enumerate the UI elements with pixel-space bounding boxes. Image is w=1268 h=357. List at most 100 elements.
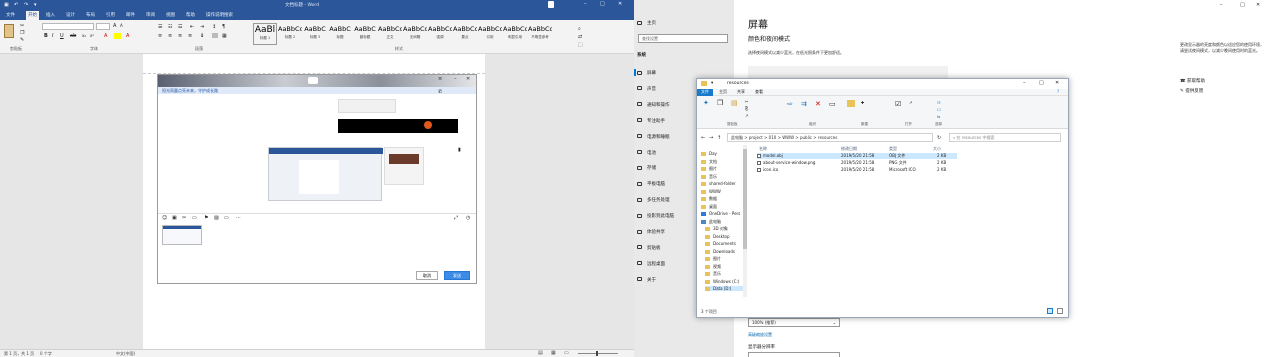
file-row[interactable]: icon.ico 2019/5/20 21:58 Microsoft ICO 2 KB <box>757 167 957 173</box>
embedded-screenshot[interactable]: ≡ – ✕ 阳光雨露点亮未来，守护成长路 ✆ ▮ ☺ ▣ ✂ ▭ ⚑ ▨ ▭ ⋯… <box>157 74 477 284</box>
advanced-scaling-link[interactable]: 高级缩放设置 <box>748 332 772 338</box>
bullets-icon[interactable]: ☰ <box>158 24 162 30</box>
tree-item-3[interactable]: 音乐 <box>701 174 717 180</box>
italic-icon[interactable]: I <box>52 33 53 39</box>
shading-icon[interactable] <box>212 33 218 38</box>
nav-item-11[interactable]: 剪贴板 <box>637 245 661 251</box>
tree-item-10[interactable]: 3D 对象 <box>705 226 728 232</box>
tab-share[interactable]: 共享 <box>737 89 745 95</box>
nav-item-3[interactable]: 专注助手 <box>637 118 665 124</box>
word-tab-6[interactable]: 邮件 <box>126 12 135 18</box>
settings-win-close-icon[interactable]: ✕ <box>1256 2 1260 8</box>
customize-icon[interactable]: ▾ <box>34 2 37 8</box>
nav-item-5[interactable]: 电池 <box>637 150 656 156</box>
tab-view[interactable]: 查看 <box>755 89 763 95</box>
address-bar[interactable]: 此电脑 > project > 010 > WWW > public > res… <box>727 133 933 142</box>
numbering-icon[interactable]: ☷ <box>168 24 172 30</box>
line-spacing-icon[interactable]: ↨ <box>200 33 204 39</box>
embedded-menu-icon[interactable]: ≡ <box>438 76 442 82</box>
nav-home[interactable]: 主页 <box>637 20 656 26</box>
tree-item-2[interactable]: 图片 <box>701 166 717 172</box>
large-icons-view-icon[interactable] <box>1057 308 1063 314</box>
cut-icon[interactable]: ✂ <box>745 99 748 104</box>
status-words[interactable]: 0 个字 <box>40 351 52 357</box>
nav-item-7[interactable]: 平板电脑 <box>637 181 665 187</box>
style-item[interactable]: AaBbCcD 无间隔 <box>403 23 427 45</box>
invert-selection-icon[interactable]: ⇆ <box>937 114 940 119</box>
nav-item-1[interactable]: 声音 <box>637 86 656 92</box>
new-item-icon[interactable]: ✚ <box>861 100 864 105</box>
delete-icon[interactable]: ✕ <box>815 100 821 108</box>
align-right-icon[interactable]: ≡ <box>178 33 182 39</box>
pin-icon[interactable]: ✦ <box>703 99 709 107</box>
col-type[interactable]: 类型 <box>889 146 897 152</box>
copy-icon[interactable]: ❐ <box>717 99 723 107</box>
tree-item-16[interactable]: 音乐 <box>705 271 721 277</box>
highlight-icon[interactable] <box>114 33 121 39</box>
subscript-icon[interactable]: x₂ <box>82 33 86 38</box>
redo-icon[interactable]: ↷ <box>24 2 28 8</box>
image-icon[interactable]: ▣ <box>172 215 177 221</box>
gallery-icon[interactable]: ▨ <box>214 215 219 221</box>
back-icon[interactable]: ← <box>701 135 705 141</box>
monitor-icon[interactable]: ▭ <box>224 215 229 221</box>
strikethrough-icon[interactable]: ab <box>70 33 76 39</box>
scissors-icon[interactable]: ✂ <box>182 215 186 221</box>
settings-search-input[interactable]: 查找设置 <box>638 34 728 43</box>
explorer-minimize-icon[interactable]: – <box>1023 80 1026 86</box>
resolution-dropdown[interactable] <box>748 352 840 357</box>
details-view-icon[interactable] <box>1047 308 1053 314</box>
tree-item-12[interactable]: Documents <box>705 241 736 246</box>
undo-icon[interactable]: ↶ <box>14 2 18 8</box>
tree-item-1[interactable]: 文档 <box>701 159 717 165</box>
style-item[interactable]: AaBbC 副标题 <box>353 23 377 45</box>
settings-win-minimize-icon[interactable]: – <box>1220 2 1223 8</box>
grow-font-icon[interactable]: A <box>113 23 116 29</box>
zoom-slider[interactable] <box>578 353 618 354</box>
word-tab-2[interactable]: 插入 <box>46 12 55 18</box>
tree-item-15[interactable]: 视频 <box>705 264 721 270</box>
tree-item-18[interactable]: Data (D:) <box>705 286 745 291</box>
word-tab-7[interactable]: 审阅 <box>146 12 155 18</box>
word-tab-10[interactable]: 操作说明搜索 <box>206 12 233 18</box>
align-center-icon[interactable]: ≡ <box>168 33 172 39</box>
tree-item-8[interactable]: OneDrive - Pers <box>701 211 740 216</box>
move-to-icon[interactable]: ⇨ <box>787 100 793 108</box>
tree-item-6[interactable]: 数据 <box>701 196 717 202</box>
word-tab-1[interactable]: 开始 <box>26 11 39 20</box>
tree-item-7[interactable]: 桌面 <box>701 204 717 210</box>
increase-indent-icon[interactable]: ⇥ <box>200 24 204 30</box>
style-item[interactable]: AaBl 标题 1 <box>253 23 277 45</box>
col-date[interactable]: 修改日期 <box>841 146 857 152</box>
emoji-icon[interactable]: ☺ <box>162 215 167 221</box>
up-icon[interactable]: ↑ <box>717 135 721 141</box>
embedded-phone-icon[interactable]: ✆ <box>438 89 442 95</box>
paste-shortcut-icon[interactable]: ↗ <box>745 113 748 118</box>
nav-item-2[interactable]: 通知和操作 <box>637 102 670 108</box>
quick-access-icon[interactable]: ▾ <box>711 81 713 86</box>
settings-win-maximize-icon[interactable]: □ <box>1240 2 1245 8</box>
style-item[interactable]: AaBbCcD 不明显参考 <box>528 23 552 45</box>
font-name-box[interactable] <box>42 23 94 30</box>
explorer-close-icon[interactable]: ✕ <box>1055 80 1059 86</box>
minimize-icon[interactable]: – <box>584 1 587 7</box>
tree-item-5[interactable]: WWW <box>701 189 721 194</box>
select-none-icon[interactable]: ☐ <box>937 107 941 112</box>
style-item[interactable]: AaBbCcI 标题 2 <box>278 23 302 45</box>
tree-item-11[interactable]: Desktop <box>705 234 730 239</box>
text-effects-icon[interactable]: A <box>104 33 107 39</box>
tab-file[interactable]: 文件 <box>697 89 713 96</box>
style-item[interactable]: AaBbC 标题 <box>328 23 352 45</box>
close-icon[interactable]: ✕ <box>618 1 622 7</box>
tree-item-4[interactable]: shared-folder <box>701 181 736 186</box>
word-tab-5[interactable]: 引用 <box>106 12 115 18</box>
tree-item-13[interactable]: Downloads <box>705 249 735 254</box>
style-item[interactable]: AaBbCcD 引用 <box>478 23 502 45</box>
tree-scroll-thumb[interactable] <box>743 149 747 249</box>
style-item[interactable]: AaBbCcD 强调 <box>428 23 452 45</box>
avatar[interactable] <box>548 1 554 8</box>
shrink-font-icon[interactable]: A <box>120 23 123 28</box>
nav-item-13[interactable]: 关于 <box>637 277 656 283</box>
style-item[interactable]: AaBbCcD 要点 <box>453 23 477 45</box>
tree-item-9[interactable]: 此电脑 <box>701 219 721 225</box>
